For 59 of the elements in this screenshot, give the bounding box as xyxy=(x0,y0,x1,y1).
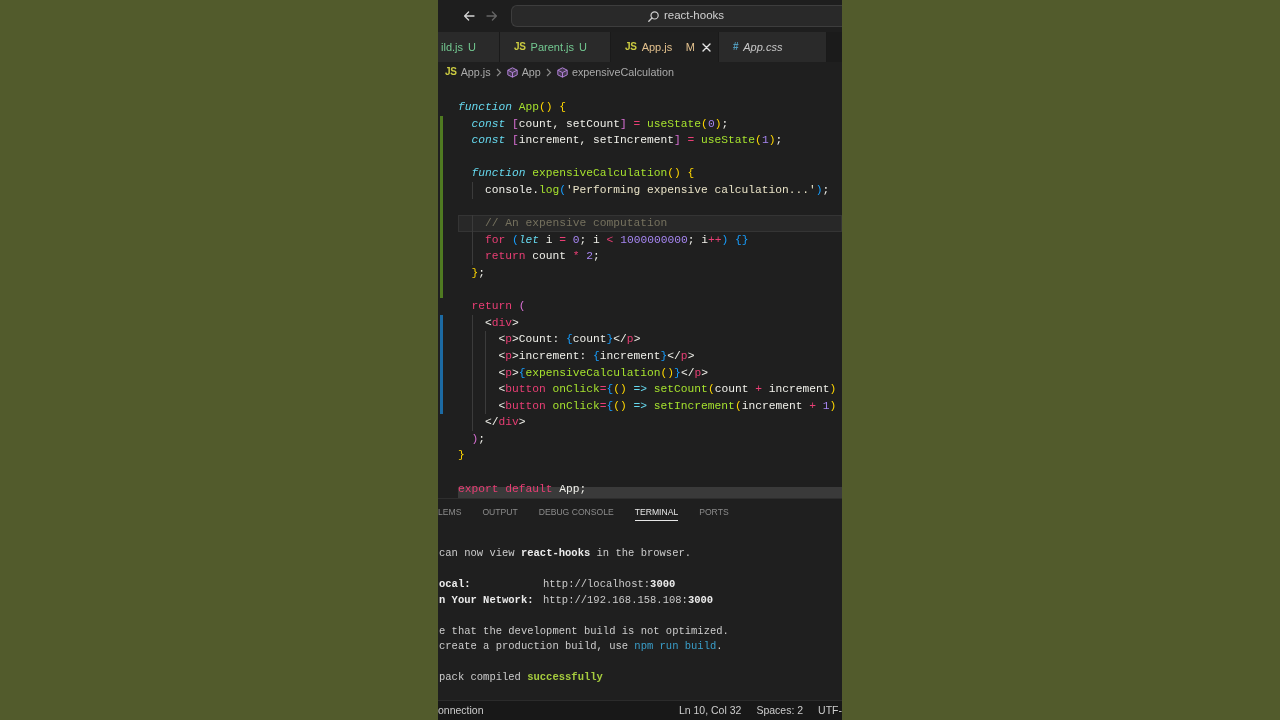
terminal-label: ocal: xyxy=(439,577,471,592)
code-line: } xyxy=(458,448,465,464)
file-type-icon: # xyxy=(733,42,739,52)
status-bar-item[interactable]: Ln 10, Col 32 xyxy=(678,702,742,719)
cube-icon xyxy=(506,66,518,78)
back-arrow-icon[interactable] xyxy=(463,10,475,22)
editor-tab[interactable]: ild.js U xyxy=(438,32,500,62)
code-line: <div> xyxy=(485,315,519,331)
code-line: const [count, setCount] = useState(0); xyxy=(471,116,729,132)
code-line: <p>Count: {count}</p> xyxy=(498,332,641,348)
status-bar-item[interactable]: Spaces: 2 xyxy=(756,702,804,719)
code-line: function App() { xyxy=(458,100,567,115)
breadcrumb-item[interactable]: expensiveCalculation xyxy=(556,63,674,81)
terminal-line: e that the development build is not optimized. xyxy=(439,624,729,637)
chevron-right-icon xyxy=(495,67,502,77)
terminal-line: pack compiled successfully xyxy=(439,671,603,683)
code-line: return count * 2; xyxy=(485,249,600,265)
terminal-label: n Your Network: xyxy=(439,592,534,608)
code-line: // An expensive computation xyxy=(485,216,668,232)
code-line: }; xyxy=(471,265,486,281)
editor-tab[interactable]: JS Parent.js U xyxy=(499,32,611,62)
code-line: export default App; xyxy=(458,481,587,497)
code-line: for (let i = 0; i < 1000000000; i++) {} xyxy=(485,232,749,248)
file-type-icon: JS xyxy=(513,42,526,52)
terminal-line: can now view react-hooks in the browser. xyxy=(439,547,692,559)
status-bar-item[interactable]: onnection xyxy=(438,702,484,719)
search-bar[interactable]: react-hooks xyxy=(511,5,842,27)
file-type-icon: JS xyxy=(445,67,457,77)
panel-tab[interactable]: DEBUG CONSOLE xyxy=(538,504,614,521)
git-status-letter: U xyxy=(468,39,476,55)
chevron-right-icon xyxy=(545,67,552,77)
editor-tab[interactable]: # App.css xyxy=(719,32,827,62)
code-line: </div> xyxy=(485,415,526,431)
close-icon[interactable] xyxy=(702,42,712,52)
code-line: return ( xyxy=(471,299,526,315)
status-bar-item[interactable]: UTF- xyxy=(818,702,842,719)
panel-tab[interactable]: LEMS xyxy=(438,504,462,521)
code-line: <button onClick={() => setCount(count + increment) xyxy=(498,382,837,398)
code-line: <p>increment: {increment}</p> xyxy=(498,348,695,364)
breadcrumb-item[interactable]: JS App.js xyxy=(445,63,491,81)
file-type-icon: JS xyxy=(625,42,637,52)
code-line: function expensiveCalculation() { xyxy=(471,166,695,182)
panel-tab[interactable]: TERMINAL xyxy=(634,504,679,521)
cube-icon xyxy=(556,66,568,78)
code-line: console.log('Performing expensive calculation...'); xyxy=(485,182,830,198)
panel-tab[interactable]: PORTS xyxy=(699,504,729,521)
code-line: const [increment, setIncrement] = useState(1); xyxy=(471,133,783,149)
git-status-letter: U xyxy=(579,39,587,55)
code-line: ); xyxy=(471,431,486,447)
panel-tab[interactable]: OUTPUT xyxy=(482,504,518,521)
editor-tab[interactable]: JS App.js M xyxy=(611,32,719,62)
terminal-line: create a production build, use npm run build. xyxy=(439,640,723,652)
code-line: <p>{expensiveCalculation()}</p> xyxy=(498,365,708,381)
terminal-url: http://localhost:3000 xyxy=(542,577,676,592)
search-icon xyxy=(647,10,659,22)
git-status-letter: M xyxy=(685,39,695,55)
terminal-url: http://192.168.158.108:3000 xyxy=(542,592,714,608)
code-line: <button onClick={() => setIncrement(increment + 1) xyxy=(498,398,837,414)
breadcrumb-item[interactable]: App xyxy=(506,63,541,81)
